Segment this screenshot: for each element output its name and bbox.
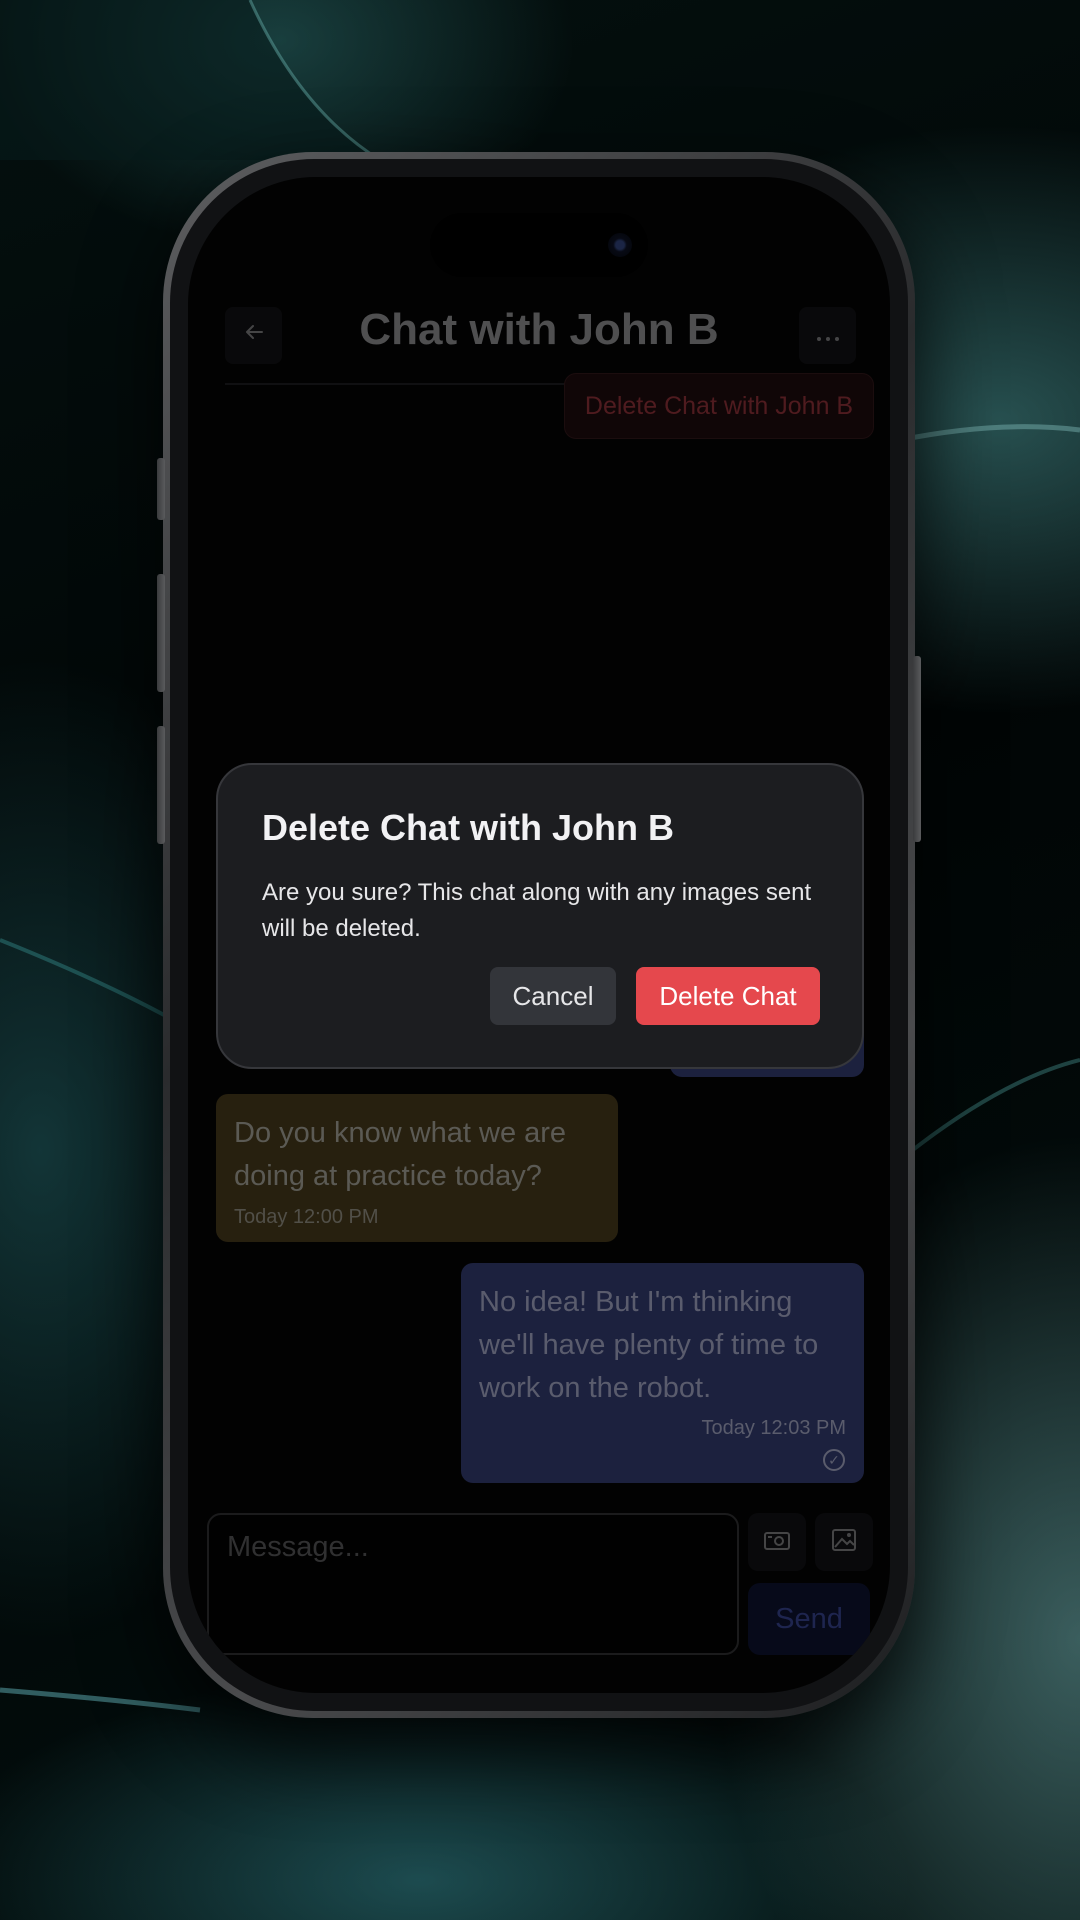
volume-up-button (157, 574, 165, 692)
dialog-message: Are you sure? This chat along with any i… (262, 879, 812, 942)
cancel-button[interactable]: Cancel (490, 967, 616, 1025)
volume-down-button (157, 726, 165, 844)
action-button (157, 458, 165, 520)
delete-chat-dialog: Delete Chat with John B Are you sure? Th… (216, 763, 864, 1069)
delete-chat-button[interactable]: Delete Chat (636, 967, 820, 1025)
phone-screen: Chat with John B Delete Chat with John B… (188, 177, 890, 1693)
dialog-title: Delete Chat with John B (262, 807, 675, 848)
power-button (913, 656, 921, 842)
